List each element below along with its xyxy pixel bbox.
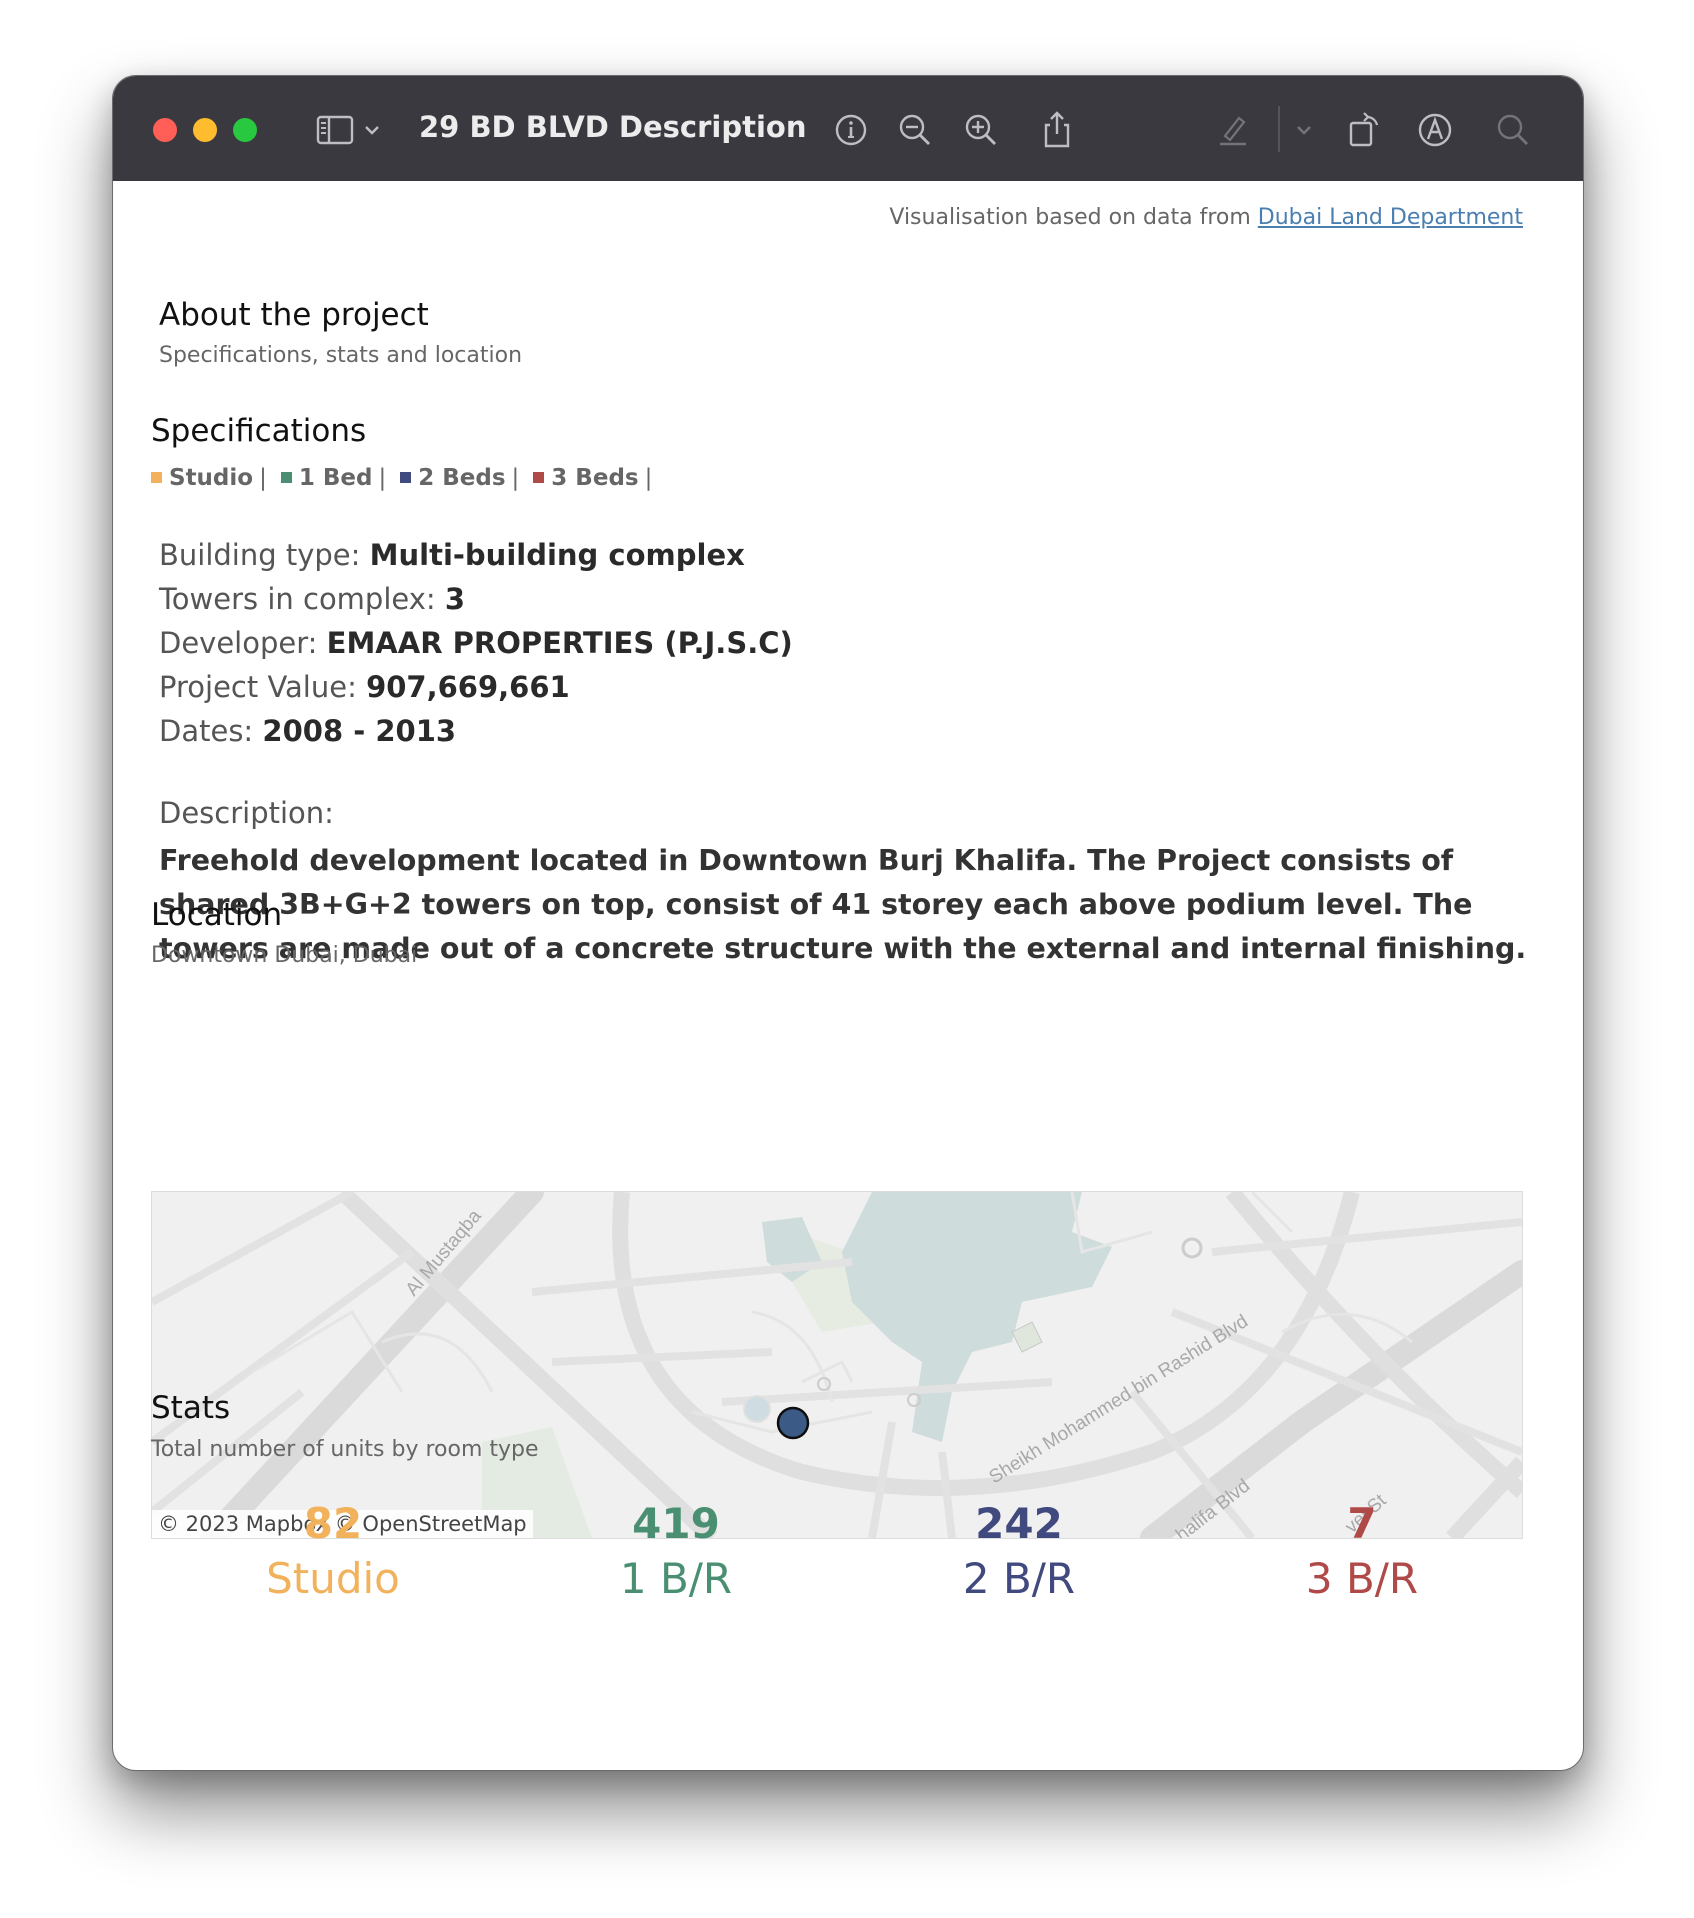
- sidebar-icon[interactable]: [313, 108, 357, 152]
- location-subtitle: Downtown Dubai, Dubai: [151, 943, 418, 968]
- zoom-in-icon[interactable]: [959, 108, 1003, 152]
- stat-label: 2 B/R: [962, 1554, 1076, 1603]
- rotate-icon[interactable]: [1343, 108, 1387, 152]
- about-subtitle: Specifications, stats and location: [159, 343, 523, 368]
- stat-label: 1 B/R: [619, 1554, 733, 1603]
- legend-item-studio: Studio: [151, 465, 253, 491]
- stat-value: 419: [632, 1499, 720, 1548]
- towers-label: Towers in complex:: [159, 582, 436, 616]
- towers-row: Towers in complex: 3: [159, 577, 793, 621]
- stat-3-br: 7 3 B/R: [1212, 1499, 1512, 1603]
- project-value-label: Project Value:: [159, 670, 357, 704]
- legend-item-2-beds: 2 Beds: [400, 465, 506, 491]
- toolbar-separator: [1278, 106, 1280, 152]
- document-content: Visualisation based on data from Dubai L…: [113, 181, 1583, 1770]
- legend-label: 2 Beds: [418, 465, 506, 491]
- map-canvas: Al Mustaqba Sheikh Mohammed bin Rashid B…: [152, 1192, 1522, 1538]
- chevron-down-icon[interactable]: [1291, 108, 1317, 152]
- stat-1-br: 419 1 B/R: [526, 1499, 826, 1603]
- dates-row: Dates: 2008 - 2013: [159, 709, 793, 753]
- title-bar: 29 BD BLVD Description: [113, 76, 1583, 181]
- studio-swatch: [151, 472, 162, 483]
- stats-subtitle: Total number of units by room type: [151, 1437, 539, 1462]
- stat-value: 7: [1347, 1499, 1377, 1548]
- room-type-legend: Studio | 1 Bed | 2 Beds | 3 Beds |: [151, 465, 658, 491]
- dates-label: Dates:: [159, 714, 254, 748]
- developer-label: Developer:: [159, 626, 318, 660]
- attribution-prefix: Visualisation based on data from: [889, 205, 1251, 230]
- project-location-marker: [776, 1406, 810, 1440]
- stat-label: 3 B/R: [1305, 1554, 1419, 1603]
- about-title: About the project: [159, 297, 429, 333]
- fullscreen-window-button[interactable]: [233, 118, 257, 142]
- minimize-window-button[interactable]: [193, 118, 217, 142]
- stat-studio: 82 Studio: [183, 1499, 483, 1603]
- project-value-row: Project Value: 907,669,661: [159, 665, 793, 709]
- legend-item-1-bed: 1 Bed: [280, 465, 373, 491]
- developer-row: Developer: EMAAR PROPERTIES (P.J.S.C): [159, 621, 793, 665]
- building-type-label: Building type:: [159, 538, 361, 572]
- developer-value: EMAAR PROPERTIES (P.J.S.C): [326, 626, 793, 660]
- towers-value: 3: [444, 582, 466, 616]
- dates-value: 2008 - 2013: [262, 714, 457, 748]
- specification-list: Building type: Multi-building complex To…: [159, 533, 793, 753]
- 1-bed-swatch: [280, 472, 292, 483]
- project-value: 907,669,661: [366, 670, 570, 704]
- legend-label: 1 Bed: [298, 465, 373, 491]
- legend-item-3-beds: 3 Beds: [533, 465, 639, 491]
- stat-value: 82: [303, 1499, 363, 1548]
- building-type-value: Multi-building complex: [369, 538, 745, 572]
- stats-title: Stats: [151, 1390, 231, 1426]
- window-title: 29 BD BLVD Description: [419, 110, 807, 144]
- 3-beds-swatch: [533, 472, 545, 483]
- specifications-title: Specifications: [151, 413, 367, 449]
- legend-label: 3 Beds: [551, 465, 639, 491]
- highlight-pen-icon[interactable]: [1211, 108, 1255, 152]
- 2-beds-swatch: [400, 472, 412, 483]
- stat-value: 242: [975, 1499, 1063, 1548]
- stat-label: Studio: [266, 1554, 400, 1603]
- close-window-button[interactable]: [153, 118, 177, 142]
- dubai-land-department-link[interactable]: Dubai Land Department: [1258, 205, 1523, 230]
- info-icon[interactable]: [829, 108, 873, 152]
- building-type-row: Building type: Multi-building complex: [159, 533, 793, 577]
- description-label: Description:: [159, 796, 334, 830]
- share-icon[interactable]: [1035, 108, 1079, 152]
- location-title: Location: [151, 897, 283, 933]
- preview-window: 29 BD BLVD Description Visualisation bas…: [112, 75, 1584, 1771]
- legend-label: Studio: [169, 465, 254, 491]
- zoom-out-icon[interactable]: [893, 108, 937, 152]
- chevron-down-icon[interactable]: [359, 108, 385, 152]
- search-icon[interactable]: [1491, 108, 1535, 152]
- data-attribution: Visualisation based on data from Dubai L…: [889, 205, 1523, 230]
- markup-icon[interactable]: [1413, 108, 1457, 152]
- stat-2-br: 242 2 B/R: [869, 1499, 1169, 1603]
- location-map[interactable]: Al Mustaqba Sheikh Mohammed bin Rashid B…: [151, 1191, 1523, 1539]
